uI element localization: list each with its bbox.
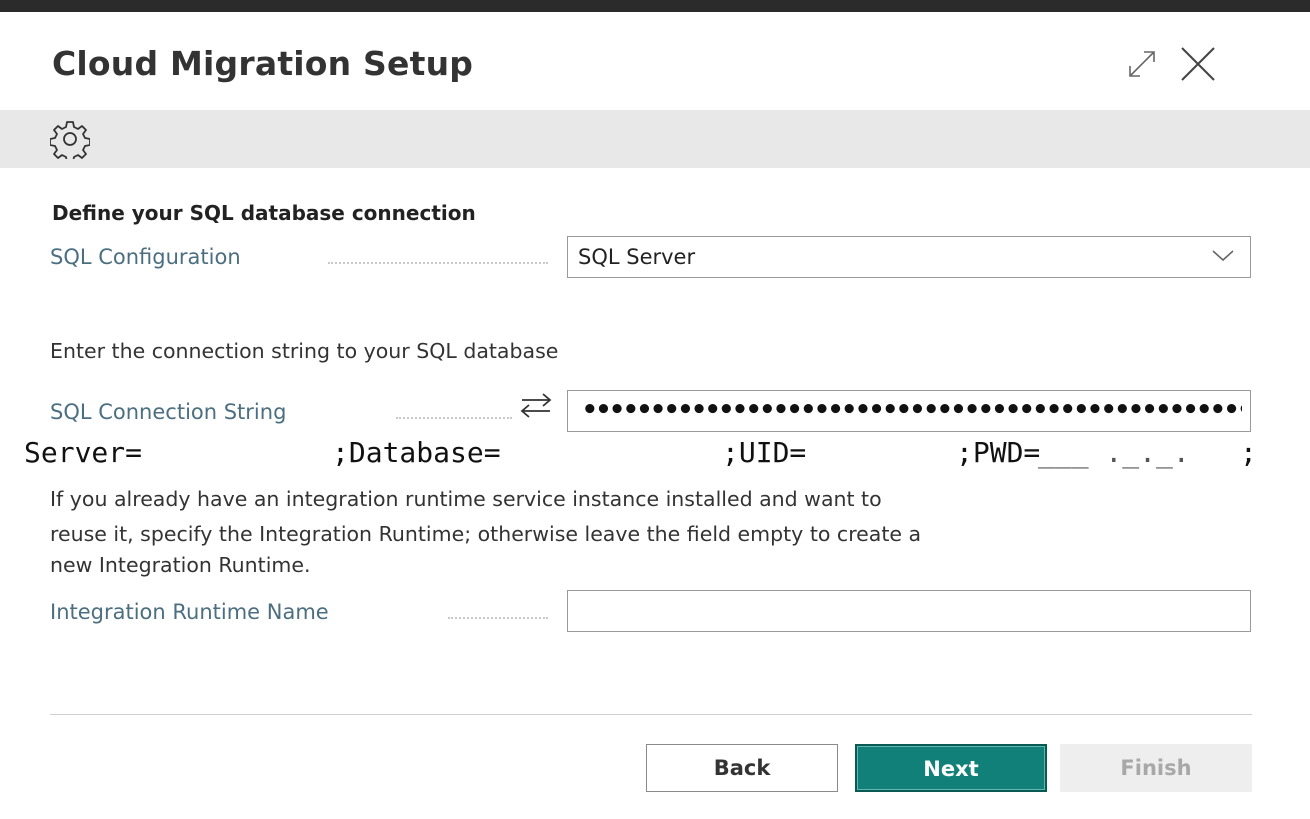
sql-configuration-select[interactable]: SQL Server (567, 236, 1251, 278)
close-icon[interactable] (1178, 44, 1218, 84)
integration-runtime-name-label: Integration Runtime Name (50, 600, 329, 624)
dialog-title: Cloud Migration Setup (52, 44, 474, 83)
sql-section-heading: Define your SQL database connection (52, 201, 476, 225)
finish-button[interactable]: Finish (1060, 744, 1252, 792)
action-bar (0, 110, 1310, 168)
runtime-instruction-line1: If you already have an integration runti… (50, 487, 882, 511)
overlay-uid: ;UID= (722, 436, 807, 469)
label-leader-dots (448, 617, 548, 619)
overlay-database: ;Database= (332, 436, 501, 469)
overlay-end: ; (1240, 436, 1257, 469)
label-leader-dots (396, 417, 512, 419)
gear-icon[interactable] (50, 119, 90, 159)
sql-connection-string-label: SQL Connection String (50, 400, 287, 424)
masked-connection-string: ••••••••••••••••••••••••••••••••••••••••… (582, 395, 1242, 425)
window-top-edge (0, 0, 1310, 12)
connection-string-overlay: Server= ;Database= ;UID= ;PWD= ___ ._._.… (24, 436, 1294, 472)
next-button[interactable]: Next (855, 744, 1047, 792)
overlay-pwd: ;PWD= (956, 436, 1041, 469)
runtime-instruction-line2: reuse it, specify the Integration Runtim… (50, 522, 922, 546)
overlay-server: Server= (24, 436, 143, 469)
connection-instruction: Enter the connection string to your SQL … (50, 339, 559, 363)
sql-configuration-value: SQL Server (578, 245, 696, 269)
footer-divider (50, 714, 1252, 715)
sql-connection-string-input[interactable]: ••••••••••••••••••••••••••••••••••••••••… (567, 390, 1251, 432)
expand-icon[interactable] (1124, 48, 1160, 80)
sql-configuration-label: SQL Configuration (50, 245, 241, 269)
swap-arrows-icon[interactable] (518, 391, 554, 419)
back-button[interactable]: Back (646, 744, 838, 792)
chevron-down-icon (1212, 250, 1234, 262)
overlay-pwd-value: ___ ._._. (1038, 436, 1190, 469)
runtime-instruction-line3: new Integration Runtime. (50, 553, 311, 577)
label-leader-dots (328, 262, 548, 264)
integration-runtime-name-input[interactable] (567, 590, 1251, 632)
